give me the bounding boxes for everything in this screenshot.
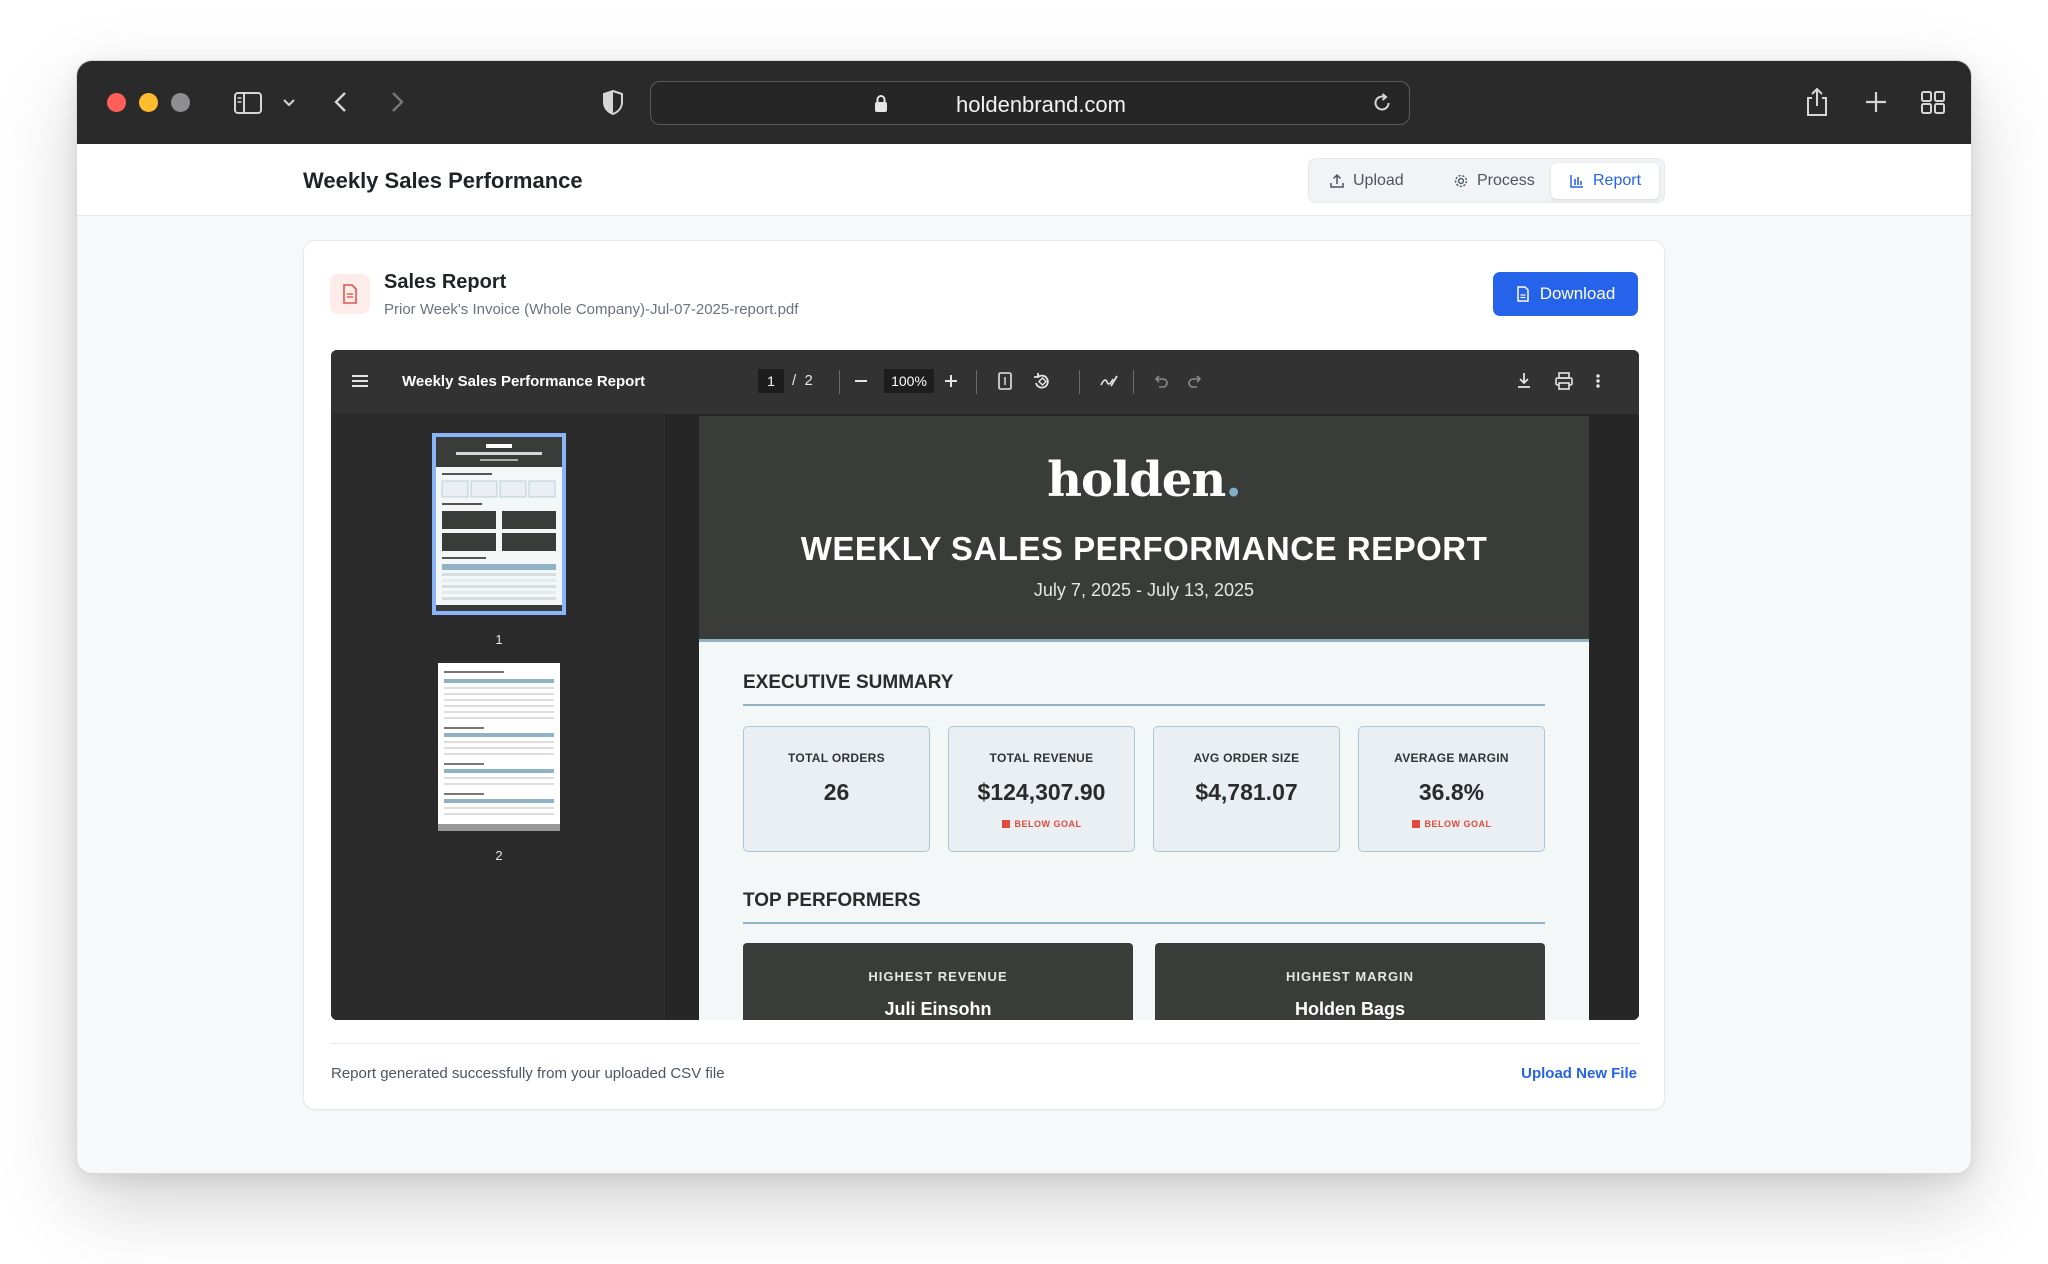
thumbnail-label-2: 2 (495, 848, 503, 863)
tab-report-label: Report (1593, 172, 1642, 189)
tab-overview-icon[interactable] (1920, 85, 1946, 124)
kpi-label: AVERAGE MARGIN (1394, 751, 1509, 765)
page-title: Weekly Sales Performance (303, 168, 583, 193)
new-tab-icon[interactable] (1864, 85, 1888, 124)
upload-new-file-link[interactable]: Upload New File (1521, 1065, 1637, 1082)
page-thumbnail-2[interactable] (438, 663, 560, 831)
below-goal-badge: BELOW GOAL (1359, 819, 1544, 829)
browser-toolbar: holdenbrand.com (77, 61, 1971, 144)
below-goal-label: BELOW GOAL (1014, 819, 1082, 829)
performer-value: Holden Bags (1294, 999, 1405, 1019)
upload-icon (1330, 173, 1344, 188)
back-icon[interactable] (331, 85, 351, 124)
logo-text: holden (1047, 452, 1226, 508)
zoom-in-icon[interactable] (943, 371, 959, 396)
browser-window: holdenbrand.com Weekly Sales Performance… (76, 60, 1972, 1174)
kpi-value: $4,781.07 (1195, 779, 1298, 805)
chevron-down-icon[interactable] (281, 85, 297, 124)
page-total: / 2 (792, 372, 813, 389)
rotate-icon[interactable] (1032, 371, 1052, 396)
tab-upload-label: Upload (1353, 172, 1404, 189)
privacy-shield-icon[interactable] (601, 85, 625, 124)
gear-icon (1454, 174, 1468, 188)
report-title: WEEKLY SALES PERFORMANCE REPORT (800, 530, 1488, 567)
close-window-button[interactable] (107, 93, 126, 112)
share-icon[interactable] (1804, 85, 1830, 124)
report-filename: Prior Week's Invoice (Whole Company)-Jul… (384, 301, 799, 318)
tab-process[interactable]: Process (1435, 163, 1553, 199)
pdf-page-area: holden. WEEKLY SALES PERFORMANCE REPORT … (667, 414, 1639, 1020)
pdf-viewer: Weekly Sales Performance Report 1 / 2 10… (331, 350, 1639, 1020)
zoom-level-input[interactable]: 100% (884, 369, 934, 393)
page-total-value: 2 (804, 372, 813, 389)
top-performers-heading: TOP PERFORMERS (743, 890, 921, 911)
kpi-label: TOTAL ORDERS (788, 751, 885, 765)
status-message: Report generated successfully from your … (331, 1065, 725, 1082)
app-header: Weekly Sales Performance Upload Process … (77, 144, 1971, 216)
performer-label: HIGHEST REVENUE (868, 969, 1008, 984)
report-date-range: July 7, 2025 - July 13, 2025 (1033, 580, 1255, 600)
kpi-avg-order-size: AVG ORDER SIZE $4,781.07 (1153, 726, 1340, 852)
tab-upload[interactable]: Upload (1311, 163, 1422, 199)
url-text: holdenbrand.com (955, 92, 1126, 117)
kpi-label: TOTAL REVENUE (989, 751, 1094, 765)
bar-chart-icon (1570, 175, 1583, 188)
minimize-window-button[interactable] (139, 93, 158, 112)
zoom-out-icon[interactable] (853, 371, 869, 396)
below-goal-label: BELOW GOAL (1424, 819, 1492, 829)
alert-square-icon (1001, 820, 1010, 828)
logo-dot: . (1225, 452, 1242, 508)
pdf-toolbar: Weekly Sales Performance Report 1 / 2 10… (331, 350, 1639, 414)
highest-revenue-card: HIGHEST REVENUE Juli Einsohn (743, 943, 1133, 1020)
report-card: Sales Report Prior Week's Invoice (Whole… (303, 240, 1665, 1110)
pdf-document-title: Weekly Sales Performance Report (402, 373, 646, 390)
address-bar[interactable]: holdenbrand.com (650, 81, 1410, 125)
download-icon[interactable] (1515, 371, 1533, 396)
performer-value: Juli Einsohn (884, 999, 992, 1019)
file-icon (1516, 286, 1529, 302)
thumbnail-sidebar: 1 2 (331, 414, 667, 1020)
executive-summary-heading: EXECUTIVE SUMMARY (743, 672, 954, 693)
kpi-value: 36.8% (1418, 779, 1485, 805)
fit-page-icon[interactable] (997, 371, 1013, 396)
undo-icon[interactable] (1151, 371, 1169, 396)
kpi-average-margin: AVERAGE MARGIN 36.8% BELOW GOAL (1358, 726, 1545, 852)
kpi-label: AVG ORDER SIZE (1193, 751, 1300, 765)
page-thumbnail-1[interactable] (432, 433, 566, 615)
download-button-label: Download (1539, 284, 1616, 303)
kpi-value: $124,307.90 (977, 779, 1106, 805)
reload-icon[interactable] (1371, 92, 1393, 119)
kpi-total-revenue: TOTAL REVENUE $124,307.90 BELOW GOAL (948, 726, 1135, 852)
more-options-icon[interactable] (1594, 371, 1602, 396)
menu-icon[interactable] (351, 371, 369, 396)
page-number-input[interactable]: 1 (758, 369, 784, 393)
below-goal-badge: BELOW GOAL (949, 819, 1134, 829)
tab-report[interactable]: Report (1551, 163, 1660, 199)
sidebar-toggle-icon[interactable] (233, 85, 263, 124)
document-icon (330, 274, 370, 314)
card-title: Sales Report (384, 271, 507, 293)
performer-label: HIGHEST MARGIN (1285, 969, 1415, 984)
holden-logo: holden. (699, 452, 1589, 508)
download-button[interactable]: Download (1493, 272, 1638, 316)
print-icon[interactable] (1554, 371, 1574, 396)
zoom-window-button[interactable] (171, 93, 190, 112)
kpi-total-orders: TOTAL ORDERS 26 (743, 726, 930, 852)
redo-icon[interactable] (1187, 371, 1205, 396)
pdf-page-1: holden. WEEKLY SALES PERFORMANCE REPORT … (699, 416, 1589, 1020)
report-header: holden. WEEKLY SALES PERFORMANCE REPORT … (699, 416, 1589, 642)
annotate-icon[interactable] (1099, 371, 1119, 396)
forward-icon[interactable] (387, 85, 407, 124)
page-separator: / (792, 372, 797, 389)
card-footer-divider (331, 1043, 1639, 1044)
thumbnail-label-1: 1 (495, 632, 503, 647)
highest-margin-card: HIGHEST MARGIN Holden Bags (1155, 943, 1545, 1020)
alert-square-icon (1411, 820, 1420, 828)
workflow-steps: Upload Process Report (1308, 158, 1665, 203)
kpi-value: 26 (823, 779, 850, 805)
tab-process-label: Process (1477, 172, 1535, 189)
